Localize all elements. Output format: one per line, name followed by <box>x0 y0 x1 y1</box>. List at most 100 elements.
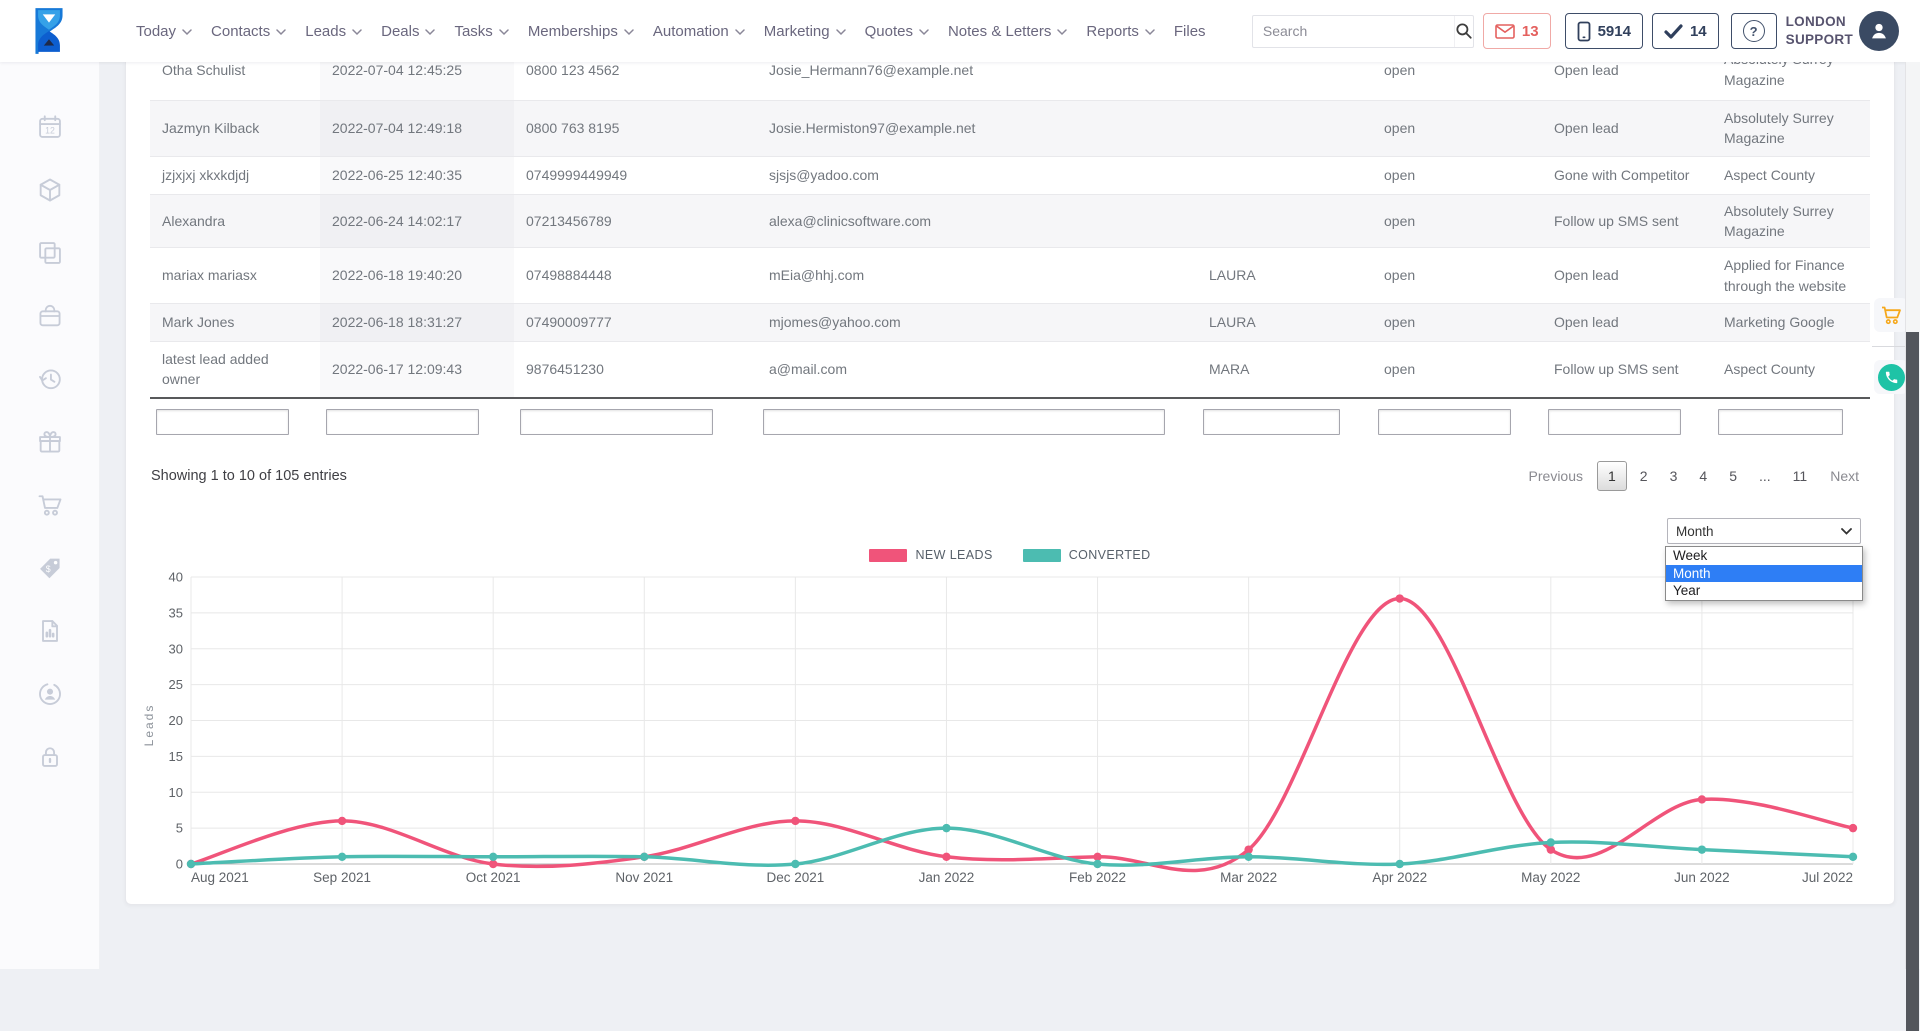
sidebar-item-copy[interactable] <box>33 236 67 270</box>
y-axis-tick: 40 <box>169 570 183 585</box>
vertical-scrollbar-thumb[interactable] <box>1906 332 1919 1031</box>
previous-page-button[interactable]: Previous <box>1519 462 1593 490</box>
filter-input-name[interactable] <box>156 409 289 435</box>
table-row[interactable]: mariax mariasx2022-06-18 19:40:200749888… <box>150 248 1870 304</box>
svg-text:12: 12 <box>45 125 55 135</box>
sidebar-item-report[interactable] <box>33 614 67 648</box>
data-point <box>791 817 799 825</box>
legend-item-new-leads[interactable]: NEW LEADS <box>869 548 992 562</box>
y-axis-tick: 30 <box>169 641 183 656</box>
mail-notifications-badge[interactable]: 13 <box>1483 13 1551 49</box>
user-name: LONDON SUPPORT <box>1786 13 1853 49</box>
sidebar-item-package[interactable] <box>33 173 67 207</box>
sidebar-item-gift[interactable] <box>33 425 67 459</box>
nav-item-deals[interactable]: Deals <box>381 23 435 40</box>
legend-item-converted[interactable]: CONVERTED <box>1023 548 1151 562</box>
next-page-button[interactable]: Next <box>1820 462 1869 490</box>
nav-item-notes-letters[interactable]: Notes & Letters <box>948 23 1067 40</box>
filter-input-owner[interactable] <box>1203 409 1340 435</box>
nav-item-leads[interactable]: Leads <box>305 23 362 40</box>
nav-item-marketing[interactable]: Marketing <box>764 23 846 40</box>
floating-whatsapp-button[interactable] <box>1874 360 1908 394</box>
data-point <box>1698 795 1706 803</box>
filter-input-email[interactable] <box>763 409 1165 435</box>
search-icon[interactable] <box>1454 16 1473 47</box>
period-select[interactable]: Month <box>1667 518 1861 544</box>
filter-input-created[interactable] <box>326 409 479 435</box>
filter-cell-owner <box>1197 398 1372 444</box>
period-option-month[interactable]: Month <box>1666 565 1862 583</box>
data-point <box>1244 845 1252 853</box>
nav-item-tasks[interactable]: Tasks <box>454 23 508 40</box>
period-option-year[interactable]: Year <box>1666 582 1862 600</box>
page-button-3[interactable]: 3 <box>1661 462 1687 490</box>
x-axis-label: Nov 2021 <box>615 870 673 885</box>
sidebar-item-history[interactable] <box>33 362 67 396</box>
sidebar-item-bag[interactable] <box>33 299 67 333</box>
filter-cell-name <box>150 398 320 444</box>
filter-input-status[interactable] <box>1378 409 1511 435</box>
sidebar-item-account[interactable] <box>33 677 67 711</box>
cell-email: Josie_Hermann76@example.net <box>757 62 1197 100</box>
series-line-new-leads <box>191 599 1853 871</box>
nav-item-memberships[interactable]: Memberships <box>528 23 634 40</box>
search-input[interactable] <box>1253 23 1454 39</box>
sidebar-item-price-tag[interactable]: $ <box>33 551 67 585</box>
y-axis-tick: 10 <box>169 785 183 800</box>
nav-item-contacts[interactable]: Contacts <box>211 23 286 40</box>
entries-summary: Showing 1 to 10 of 105 entries <box>151 468 347 484</box>
avatar[interactable] <box>1859 11 1899 51</box>
filter-input-phone[interactable] <box>520 409 713 435</box>
sidebar-item-cart[interactable] <box>33 488 67 522</box>
nav-item-automation[interactable]: Automation <box>653 23 745 40</box>
x-axis-label: Dec 2021 <box>766 870 824 885</box>
filter-input-source[interactable] <box>1718 409 1843 435</box>
help-button[interactable]: ? <box>1731 13 1777 49</box>
cell-phone: 07213456789 <box>514 194 757 248</box>
check-count: 14 <box>1690 23 1707 40</box>
page-button-1[interactable]: 1 <box>1597 461 1627 491</box>
period-dropdown-list: WeekMonthYear <box>1665 546 1863 601</box>
converted-label: CONVERTED <box>1069 548 1151 562</box>
chevron-down-icon <box>425 29 435 36</box>
package-icon <box>36 176 64 204</box>
x-axis-label: Mar 2022 <box>1220 870 1277 885</box>
cell-status: open <box>1372 62 1542 100</box>
period-option-week[interactable]: Week <box>1666 547 1862 565</box>
filter-input-lead_status[interactable] <box>1548 409 1681 435</box>
nav-item-reports[interactable]: Reports <box>1086 23 1155 40</box>
cell-email: Josie.Hermiston97@example.net <box>757 100 1197 156</box>
sidebar-item-lock[interactable] <box>33 740 67 774</box>
floating-cart-button[interactable] <box>1874 298 1908 332</box>
sms-credits-badge[interactable]: 5914 <box>1565 13 1643 49</box>
table-row[interactable]: Jazmyn Kilback2022-07-04 12:49:180800 76… <box>150 100 1870 156</box>
table-row[interactable]: Otha Schulist2022-07-04 12:45:250800 123… <box>150 62 1870 100</box>
cell-name: Alexandra <box>150 194 320 248</box>
table-row[interactable]: Mark Jones2022-06-18 18:31:2707490009777… <box>150 304 1870 342</box>
data-point <box>1849 853 1857 861</box>
table-row[interactable]: latest lead added owner2022-06-17 12:09:… <box>150 342 1870 398</box>
question-mark-icon: ? <box>1743 20 1765 42</box>
vertical-scrollbar-track[interactable] <box>1905 62 1920 969</box>
sidebar-item-calendar[interactable]: 12 <box>33 110 67 144</box>
brand-logo-icon[interactable] <box>28 6 70 56</box>
chevron-down-icon <box>276 29 286 36</box>
table-row[interactable]: jzjxjxj xkxkdjdj2022-06-25 12:40:3507499… <box>150 156 1870 194</box>
page-button-5[interactable]: 5 <box>1720 462 1746 490</box>
nav-item-quotes[interactable]: Quotes <box>865 23 929 40</box>
tasks-done-badge[interactable]: 14 <box>1652 13 1719 49</box>
svg-text:$: $ <box>45 564 50 574</box>
nav-item-today[interactable]: Today <box>136 23 192 40</box>
y-axis-tick: 5 <box>176 821 183 836</box>
nav-item-files[interactable]: Files <box>1174 23 1206 40</box>
page-button-2[interactable]: 2 <box>1631 462 1657 490</box>
table-row[interactable]: Alexandra2022-06-24 14:02:1707213456789a… <box>150 194 1870 248</box>
cell-email: mEia@hhj.com <box>757 248 1197 304</box>
page-button-4[interactable]: 4 <box>1690 462 1716 490</box>
y-axis-tick: 0 <box>176 857 183 872</box>
data-point <box>942 853 950 861</box>
page-button-11[interactable]: 11 <box>1784 462 1817 490</box>
cell-name: mariax mariasx <box>150 248 320 304</box>
cell-owner <box>1197 194 1372 248</box>
cell-phone: 0800 123 4562 <box>514 62 757 100</box>
